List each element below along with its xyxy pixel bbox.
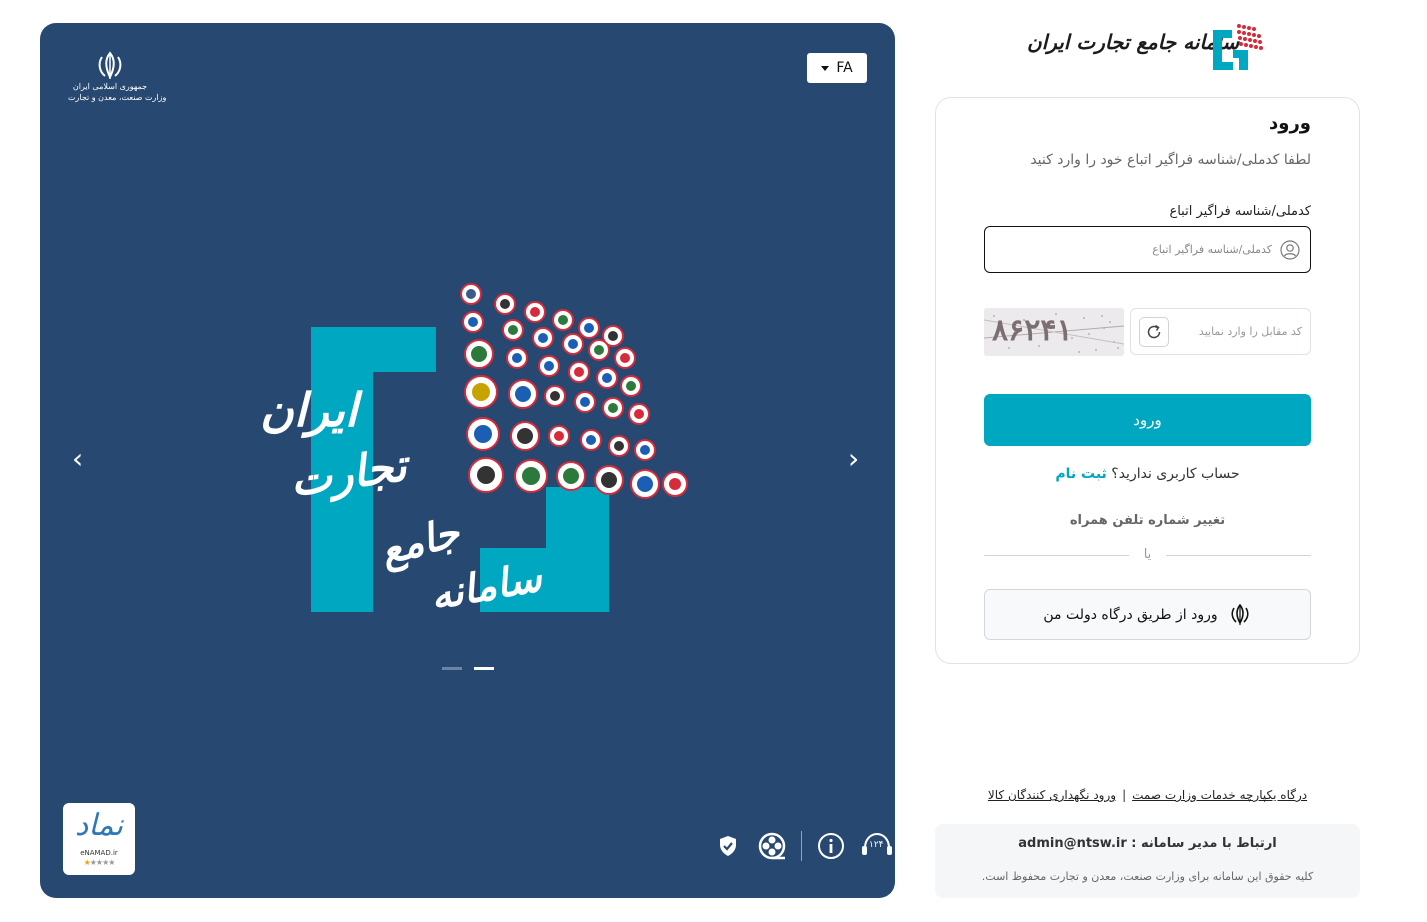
org-badge <box>552 309 574 331</box>
org-badge <box>602 397 624 419</box>
login-card: ورود لطفا کدملی/شناسه فراگیر اتباع خود ر… <box>935 97 1360 664</box>
copyright-text: کلیه حقوق این سامانه برای وزارت صنعت، مع… <box>981 870 1314 883</box>
org-badge <box>614 347 636 369</box>
org-badge <box>538 355 560 377</box>
or-divider: یا <box>984 546 1311 566</box>
ministry-emblem: جمهوری اسلامی ایران وزارت صنعت، معدن و ت… <box>68 51 167 103</box>
org-badge <box>502 319 524 341</box>
org-badge <box>630 469 660 499</box>
captcha-input[interactable]: کد مقابل را وارد نمایید <box>1130 308 1311 355</box>
shield-check-icon[interactable] <box>713 831 743 861</box>
org-badge <box>568 361 590 383</box>
org-badge <box>464 339 494 369</box>
org-badge <box>506 347 528 369</box>
org-badge <box>544 385 566 407</box>
national-id-input[interactable]: کدملی/شناسه فراگیر اتباع <box>984 226 1311 273</box>
org-badge <box>596 367 618 389</box>
org-badge <box>594 465 624 495</box>
captcha-image: ۸۶۲۴۱ <box>984 308 1124 356</box>
dolat-man-login-label: ورود از طریق درگاه دولت من <box>1043 606 1218 623</box>
film-reel-icon[interactable] <box>757 831 787 861</box>
carousel-dot[interactable] <box>442 667 462 670</box>
carousel-indicators <box>442 667 494 670</box>
enamad-site: eNAMAD.ir <box>80 849 118 857</box>
org-badge <box>532 327 554 349</box>
footer-separator: | <box>1122 788 1127 802</box>
carousel-dot-active[interactable] <box>474 667 494 670</box>
hero-banner: جمهوری اسلامی ایران وزارت صنعت، معدن و ت… <box>40 23 895 898</box>
headset-icon[interactable]: ۱۲۴ <box>860 831 894 861</box>
enamad-stars: ★★★★★ <box>63 858 135 868</box>
signup-link[interactable]: ثبت نام <box>1055 466 1106 482</box>
iran-emblem-icon <box>98 51 122 80</box>
change-phone-link[interactable]: تغییر شماره تلفن همراه <box>936 513 1359 528</box>
support-number: ۱۲۴ <box>869 840 884 850</box>
org-badge <box>510 421 540 451</box>
carousel-prev-button[interactable]: ‹ <box>72 445 83 473</box>
org-badge <box>548 425 570 447</box>
icon-separator <box>801 831 802 861</box>
org-badge <box>574 391 596 413</box>
logo-block-top <box>311 327 436 372</box>
org-badge <box>580 429 602 451</box>
org-badge <box>556 461 586 491</box>
org-badge <box>494 293 516 315</box>
org-badge <box>464 375 498 409</box>
national-id-placeholder: کدملی/شناسه فراگیر اتباع <box>1152 243 1272 256</box>
footer-links: درگاه یکپارچه خدمات وزارت صمت | ورود نگهدا… <box>935 788 1360 802</box>
brand-header: سامانه جامع تجارت ایران <box>1027 20 1277 76</box>
caret-down-icon <box>821 65 830 71</box>
slide-text-tejarat: تجارت <box>287 440 410 507</box>
brand-name: سامانه جامع تجارت ایران <box>1027 30 1240 54</box>
no-account-text: حساب کاربری ندارید؟ <box>1111 466 1240 482</box>
samt-portal-link[interactable]: درگاه یکپارچه خدمات وزارت صمت <box>1132 788 1307 802</box>
org-badge <box>466 417 500 451</box>
org-badge <box>634 439 656 461</box>
signup-prompt: حساب کاربری ندارید؟ ثبت نام <box>936 466 1359 482</box>
slide-text-iran: ایران <box>260 383 358 437</box>
captcha-refresh-button[interactable] <box>1139 316 1169 347</box>
captcha-code: ۸۶۲۴۱ <box>992 313 1073 348</box>
org-badge <box>588 339 610 361</box>
org-badge <box>608 435 630 457</box>
login-title: ورود <box>1269 113 1311 134</box>
national-id-label: کدملی/شناسه فراگیر اتباع <box>1169 204 1311 219</box>
dolat-man-login-button[interactable]: ورود از طریق درگاه دولت من <box>984 589 1311 640</box>
refresh-icon <box>1147 324 1161 338</box>
emblem-line1: جمهوری اسلامی ایران <box>72 82 148 91</box>
org-badge <box>460 283 482 305</box>
org-badge <box>462 311 484 333</box>
emblem-line2: وزارت صنعت، معدن و تجارت <box>68 93 167 102</box>
language-selector[interactable]: FA <box>807 53 867 83</box>
user-icon <box>1280 239 1300 260</box>
org-badge <box>514 459 548 493</box>
iran-emblem-icon <box>1231 603 1249 625</box>
org-badge <box>524 301 546 323</box>
banner-footer-icons: ۱۲۴ <box>713 831 894 861</box>
login-hint: لطفا کدملی/شناسه فراگیر اتباع خود را وار… <box>1030 152 1311 168</box>
carousel-next-button[interactable]: › <box>848 445 859 473</box>
language-label: FA <box>836 60 853 76</box>
contact-box: ارتباط با مدیر سامانه : admin@ntsw.ir کل… <box>935 824 1360 898</box>
org-badge <box>508 379 538 409</box>
org-badge <box>620 375 642 397</box>
enamad-mark: نماد <box>74 808 124 843</box>
goods-keepers-login-link[interactable]: ورود نگهداری کنندگان کالا <box>988 788 1116 802</box>
logo-block-right <box>546 487 609 612</box>
organization-badges <box>458 279 688 499</box>
org-badge <box>662 471 688 497</box>
divider-line-left <box>984 555 1129 556</box>
org-badge <box>628 403 650 425</box>
org-badge <box>578 317 600 339</box>
enamad-stars-off: ★★★★ <box>89 858 116 867</box>
info-icon[interactable] <box>816 831 846 861</box>
enamad-badge[interactable]: نماد eNAMAD.ir ★★★★★ <box>63 803 135 875</box>
captcha-placeholder: کد مقابل را وارد نمایید <box>1198 325 1302 338</box>
org-badge <box>468 457 504 493</box>
slide-text-jame: جامع <box>375 508 465 575</box>
org-badge <box>562 333 584 355</box>
login-submit-button[interactable]: ورود <box>984 394 1311 446</box>
admin-contact: ارتباط با مدیر سامانه : admin@ntsw.ir <box>1018 836 1277 851</box>
brand-logo-icon <box>1213 24 1263 70</box>
